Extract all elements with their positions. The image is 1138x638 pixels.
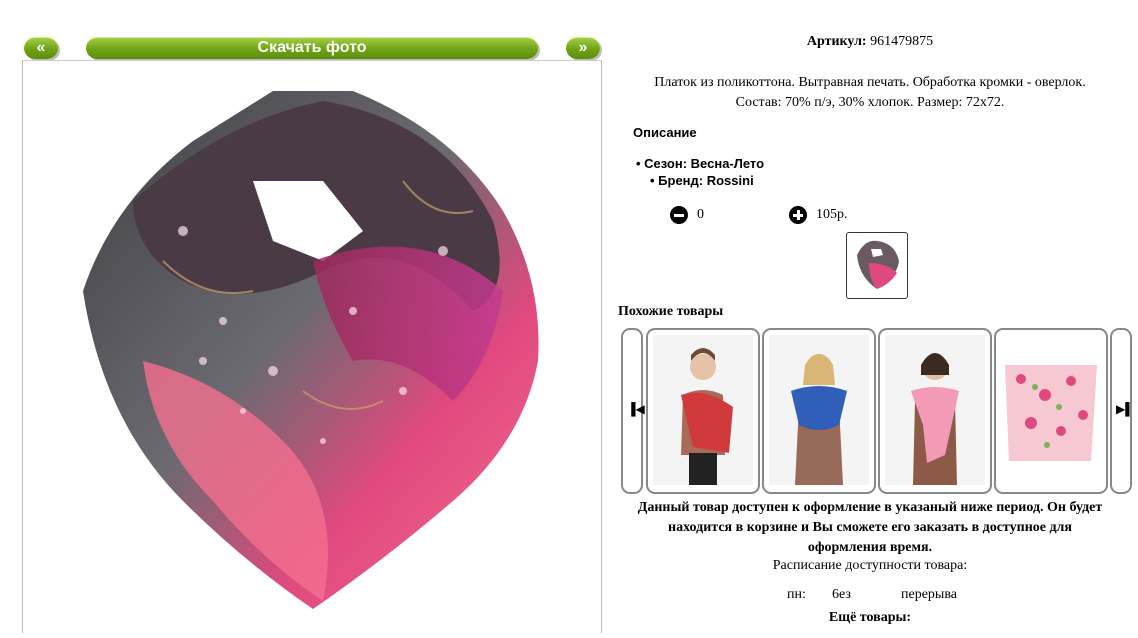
notice-line: находится в корзине и Вы сможете его зак…	[668, 520, 1072, 535]
article-line: Артикул: 961479875	[602, 34, 1138, 50]
woman-pink-scarf-photo	[885, 335, 985, 485]
article-label: Артикул:	[806, 34, 867, 49]
floral-scarf-photo	[1001, 335, 1101, 485]
description-line: Платок из поликоттона. Вытравная печать.…	[654, 75, 1086, 90]
notice-line: оформления время.	[807, 540, 933, 555]
price-value: 105р.	[816, 207, 848, 222]
schedule-title: Расписание доступности товара:	[772, 558, 968, 573]
skip-forward-icon: ▶▌	[1116, 402, 1134, 416]
article-value: 961479875	[870, 34, 934, 49]
similar-item[interactable]	[878, 328, 992, 494]
availability-notice: Данный товар доступен к оформление в ука…	[602, 498, 1138, 558]
prev-photo-button[interactable]: «	[24, 37, 58, 59]
schedule-to: перерыва	[901, 587, 957, 602]
quantity-control: 0	[670, 206, 704, 224]
skip-back-icon: ▐◀	[627, 402, 645, 416]
photo-thumbnail[interactable]	[846, 232, 908, 299]
similar-item[interactable]	[762, 328, 876, 494]
quantity-value: 0	[697, 207, 704, 222]
minus-icon[interactable]	[670, 206, 688, 224]
notice-line: Данный товар доступен к оформление в ука…	[637, 500, 1103, 515]
thumbnail-scarf-image	[857, 240, 899, 289]
schedule-day: пн:	[787, 587, 806, 602]
property-list: • Сезон: Весна-Лето • Бренд: Rossini	[636, 155, 764, 189]
similar-products-title: Похожие товары	[618, 304, 724, 319]
product-photo	[83, 91, 539, 609]
schedule-from: 6ез	[832, 587, 851, 602]
download-photo-button[interactable]: Скачать фото	[86, 37, 538, 59]
price-control: 105р.	[789, 206, 848, 224]
description-section-title: Описание	[633, 125, 697, 140]
product-photo-frame	[22, 60, 602, 633]
next-photo-button[interactable]: »	[566, 37, 600, 59]
property-item: • Бренд: Rossini	[650, 173, 754, 188]
carousel-next-button[interactable]: ▶▌	[1110, 328, 1134, 494]
product-description: Платок из поликоттона. Вытравная печать.…	[602, 73, 1138, 113]
similar-item[interactable]	[646, 328, 760, 494]
similar-item[interactable]	[994, 328, 1108, 494]
more-products-title: Ещё товары:	[828, 610, 912, 625]
description-line: Состав: 70% п/э, 30% хлопок. Размер: 72х…	[735, 95, 1005, 110]
carousel-prev-button[interactable]: ▐◀	[621, 328, 645, 494]
woman-red-scarf-photo	[653, 335, 753, 485]
property-item: • Сезон: Весна-Лето	[636, 156, 765, 171]
woman-blue-scarf-photo	[769, 335, 869, 485]
plus-icon[interactable]	[789, 206, 807, 224]
